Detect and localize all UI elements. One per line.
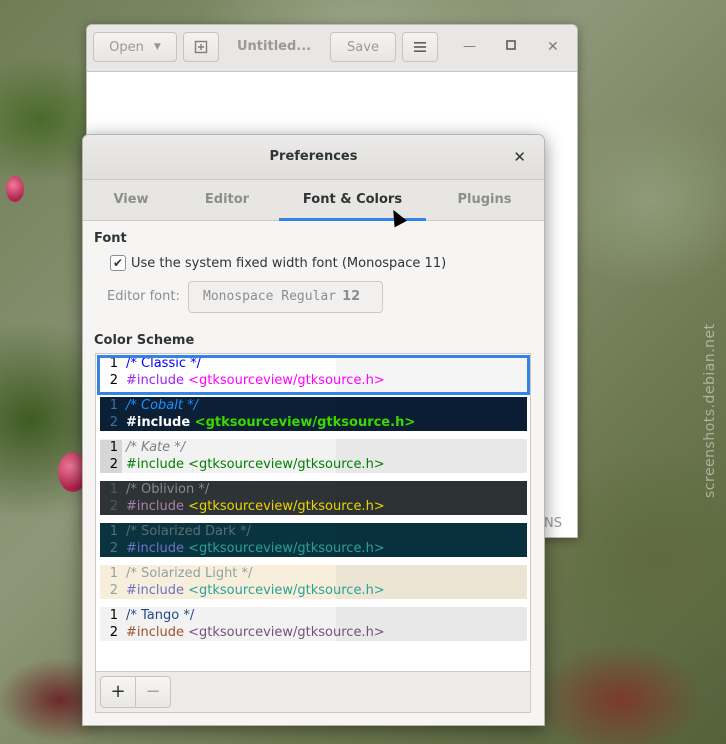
- preview-string: <gtksourceview/gtksource.h>: [184, 625, 385, 640]
- line-number: 1: [100, 524, 122, 541]
- maximize-icon[interactable]: [506, 39, 516, 54]
- preview-comment: /* Solarized Dark */: [126, 524, 251, 539]
- preview-comment: /* Kate */: [126, 440, 186, 455]
- line-number: 2: [100, 625, 122, 641]
- editor-headerbar: Open ▼ Untitled... Save — ✕: [87, 25, 577, 72]
- line-number: 2: [100, 457, 122, 473]
- preview-include: #include <gtksourceview/gtksource.h>: [126, 625, 385, 640]
- preview-comment: /* Oblivion */: [126, 482, 210, 497]
- system-font-checkbox[interactable]: ✔: [110, 255, 126, 271]
- color-scheme-item[interactable]: 1 2 /* Classic */ #include <gtksourceview/g…: [97, 355, 530, 395]
- watermark: screenshots.debian.net: [702, 323, 718, 498]
- preview-string: <gtksourceview/gtksource.h>: [184, 373, 385, 388]
- editor-font-label: Editor font:: [107, 289, 180, 304]
- color-scheme-item[interactable]: 1 2 /* Kate */ #include <gtksourceview/gtks…: [100, 439, 527, 473]
- line-number: 1: [100, 482, 122, 499]
- font-section-title: Font: [94, 231, 127, 246]
- color-scheme-item[interactable]: 1 2 /* Solarized Light */ #include <gtksour…: [100, 565, 527, 599]
- dialog-title: Preferences: [269, 149, 358, 164]
- color-scheme-list: 1 2/* Classic */#include <gtksourceview/g…: [95, 353, 531, 713]
- save-label: Save: [347, 39, 379, 55]
- editor-font-name: Monospace Regular: [203, 289, 337, 304]
- new-tab-button[interactable]: [183, 32, 219, 62]
- scheme-list-toolbar: + −: [96, 671, 530, 712]
- preview-keyword: #include: [126, 583, 184, 598]
- preview-include: #include <gtksourceview/gtksource.h>: [126, 373, 385, 388]
- preview-keyword: #include: [126, 541, 184, 556]
- preview-string: <gtksourceview/gtksource.h>: [184, 583, 385, 598]
- tab-bar: View Editor Font & Colors Plugins: [83, 180, 544, 221]
- line-number: 1: [100, 566, 122, 583]
- preview-keyword: #include: [126, 625, 184, 640]
- close-icon[interactable]: ✕: [547, 39, 559, 55]
- minimize-icon[interactable]: —: [463, 39, 476, 54]
- preview-string: <gtksourceview/gtksource.h>: [184, 457, 385, 472]
- tab-plugins[interactable]: Plugins: [431, 180, 538, 220]
- line-number: 1: [100, 608, 122, 625]
- editor-font-button[interactable]: Monospace Regular 12: [188, 281, 383, 313]
- save-button[interactable]: Save: [330, 32, 396, 62]
- system-font-label[interactable]: Use the system fixed width font (Monospa…: [131, 256, 446, 271]
- checkmark-icon: ✔: [112, 256, 124, 270]
- new-document-icon: [194, 40, 208, 54]
- add-scheme-button[interactable]: +: [100, 676, 136, 708]
- preview-keyword: #include: [126, 457, 184, 472]
- line-number: 2: [100, 541, 122, 557]
- line-number: 2: [100, 373, 122, 390]
- open-label: Open: [109, 39, 144, 55]
- document-title: Untitled...: [237, 39, 312, 54]
- preview-comment: /* Classic */: [126, 356, 201, 371]
- color-scheme-item[interactable]: 1 2 /* Solarized Dark */ #include <gtksourc…: [100, 523, 527, 557]
- color-scheme-item[interactable]: 1 2 /* Oblivion */ #include <gtksourceview/…: [100, 481, 527, 515]
- line-number: 2: [100, 583, 122, 599]
- preview-include: #include <gtksourceview/gtksource.h>: [126, 457, 385, 472]
- preview-string: <gtksourceview/gtksource.h>: [184, 541, 385, 556]
- color-scheme-section-title: Color Scheme: [94, 333, 195, 348]
- preview-comment: /* Tango */: [126, 608, 195, 623]
- preview-comment: /* Cobalt */: [126, 398, 198, 413]
- preview-include: #include <gtksourceview/gtksource.h>: [126, 415, 415, 430]
- dialog-titlebar: Preferences ✕: [83, 135, 544, 180]
- tab-editor[interactable]: Editor: [179, 180, 275, 220]
- line-number: 2: [100, 499, 122, 515]
- preview-include: #include <gtksourceview/gtksource.h>: [126, 583, 385, 598]
- preview-keyword: #include: [126, 415, 191, 430]
- preview-string: <gtksourceview/gtksource.h>: [184, 499, 385, 514]
- line-number: 1: [100, 398, 122, 415]
- line-number: 1: [100, 440, 122, 457]
- color-scheme-item[interactable]: 1 2 /* Cobalt */ #include <gtksourceview/gt…: [100, 397, 527, 431]
- berry-decoration: [6, 176, 24, 202]
- line-number: 2: [100, 415, 122, 431]
- color-scheme-item[interactable]: 1 2 /* Tango */ #include <gtksourceview/gtk…: [100, 607, 527, 641]
- chevron-down-icon: ▼: [153, 42, 161, 52]
- menu-button[interactable]: [402, 32, 438, 62]
- open-button[interactable]: Open ▼: [93, 32, 177, 62]
- preview-include: #include <gtksourceview/gtksource.h>: [126, 499, 385, 514]
- preview-include: #include <gtksourceview/gtksource.h>: [126, 541, 385, 556]
- status-text: NS: [544, 516, 562, 531]
- remove-scheme-button[interactable]: −: [135, 676, 171, 708]
- close-icon[interactable]: ✕: [513, 135, 526, 179]
- preferences-dialog: Preferences ✕ View Editor Font & Colors …: [82, 134, 545, 726]
- preview-comment: /* Solarized Light */: [126, 566, 253, 581]
- preview-string: <gtksourceview/gtksource.h>: [190, 415, 416, 430]
- tab-font-colors[interactable]: Font & Colors: [279, 180, 426, 221]
- line-number: 1: [100, 358, 122, 373]
- preview-keyword: #include: [126, 373, 184, 388]
- hamburger-menu-icon: [414, 42, 426, 52]
- tab-view[interactable]: View: [83, 180, 179, 220]
- preview-keyword: #include: [126, 499, 184, 514]
- editor-font-size: 12: [342, 289, 361, 304]
